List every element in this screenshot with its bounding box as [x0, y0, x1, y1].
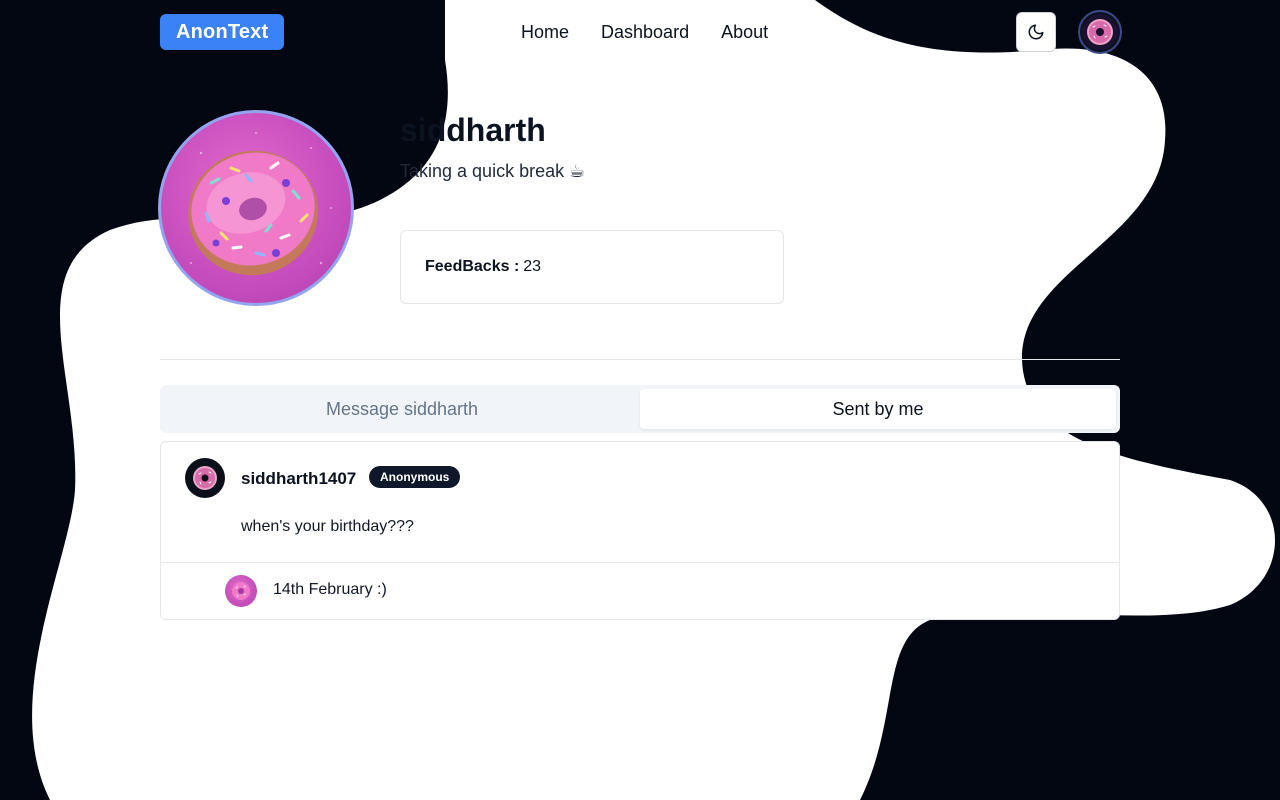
sender-avatar [185, 458, 225, 498]
main-nav: Home Dashboard About [521, 20, 768, 44]
feedbacks-count: 23 [523, 258, 542, 275]
donut-avatar-icon [193, 466, 217, 490]
donut-avatar-icon [1082, 14, 1118, 50]
section-divider [160, 359, 1120, 360]
message-tabs: Message siddharth Sent by me [160, 385, 1120, 433]
feedbacks-label: FeedBacks : [425, 258, 520, 275]
reply-divider [161, 562, 1119, 563]
moon-icon [1028, 24, 1044, 40]
tab-message-user[interactable]: Message siddharth [164, 389, 640, 429]
donut-image [188, 132, 332, 276]
anonymous-badge: Anonymous [369, 466, 461, 488]
nav-about[interactable]: About [721, 20, 768, 44]
theme-toggle-button[interactable] [1016, 12, 1056, 52]
feedbacks-card: FeedBacks : 23 [400, 230, 784, 304]
sender-name: siddharth1407 [241, 469, 357, 488]
user-avatar-button[interactable] [1078, 10, 1122, 54]
message-card: siddharth1407 Anonymous when's your birt… [160, 441, 1120, 620]
reply-text: 14th February :) [273, 581, 387, 598]
tab-sent-by-me[interactable]: Sent by me [640, 389, 1116, 429]
profile-avatar [158, 110, 354, 306]
brand-logo[interactable]: AnonText [160, 14, 285, 50]
reply-avatar [225, 575, 257, 607]
profile-status: Taking a quick break ☕ [400, 161, 586, 181]
nav-dashboard[interactable]: Dashboard [601, 20, 689, 44]
message-text: when's your birthday??? [241, 518, 414, 535]
nav-home[interactable]: Home [521, 20, 569, 44]
profile-username: siddharth [400, 112, 546, 148]
donut-avatar-icon [232, 582, 250, 600]
